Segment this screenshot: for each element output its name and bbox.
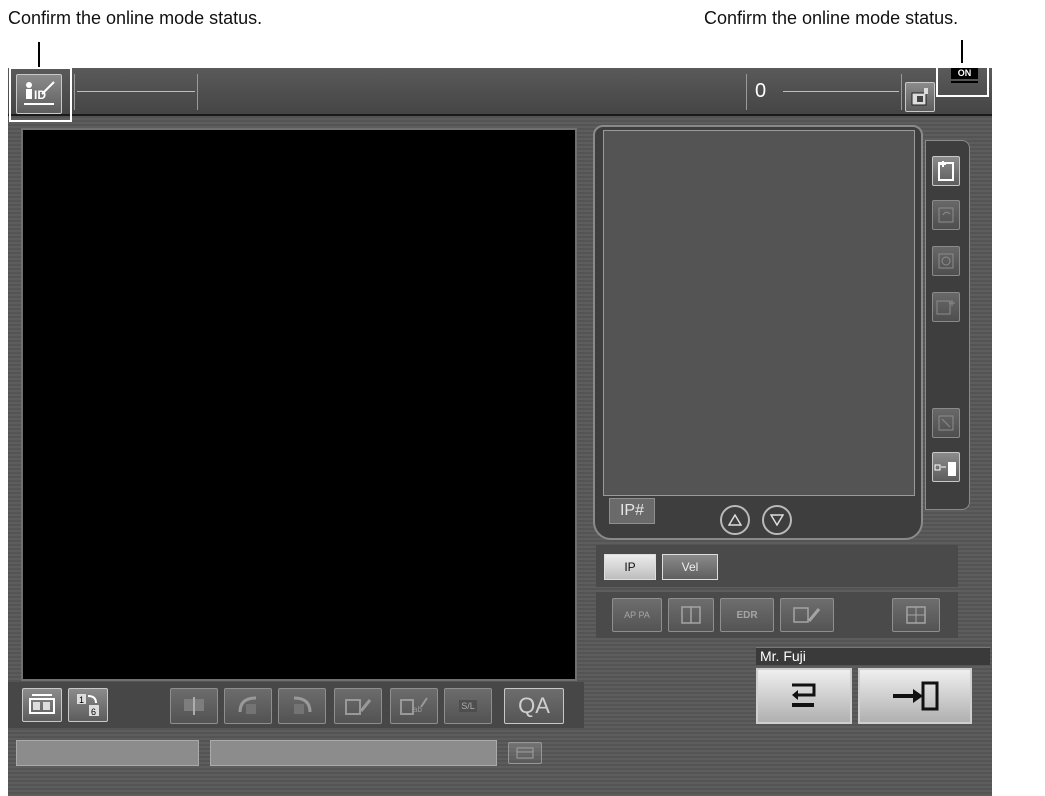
sl-button[interactable]: S/L xyxy=(444,688,492,724)
svg-text:6: 6 xyxy=(91,707,96,717)
tab-vel[interactable]: Vel xyxy=(662,554,718,580)
counter-underline xyxy=(783,91,899,92)
image-layout-icon xyxy=(29,694,55,714)
annotation-right: Confirm the online mode status. xyxy=(704,8,959,28)
patient-id-field[interactable] xyxy=(74,74,198,110)
scroll-up-button[interactable] xyxy=(720,505,750,535)
new-exposure-button[interactable] xyxy=(932,156,960,186)
patient-id-edit-icon: ID xyxy=(24,81,55,105)
online-mode-indicator: ON xyxy=(951,68,978,84)
tab-ip[interactable]: IP xyxy=(604,554,656,580)
page-sequence-icon: 1 6 xyxy=(77,694,99,717)
counter-value: 0 xyxy=(755,80,767,102)
ap-pa-label: AP PA xyxy=(624,610,650,620)
triangle-up-icon xyxy=(728,514,742,526)
qa-button[interactable]: QA xyxy=(504,688,564,724)
retake-icon xyxy=(938,253,954,269)
triangle-down-icon xyxy=(770,514,784,526)
edr-button[interactable]: EDR xyxy=(720,598,774,632)
thumbnail-area[interactable] xyxy=(603,130,915,496)
grid-layout-button[interactable] xyxy=(892,598,940,632)
stitch-icon xyxy=(184,697,204,715)
grid-icon xyxy=(906,606,926,624)
annotation-left-leader xyxy=(38,42,40,68)
rotate-left-button[interactable] xyxy=(224,688,272,724)
ip-number-field: IP# xyxy=(609,498,655,524)
status-field-message xyxy=(210,740,497,766)
retake-button[interactable] xyxy=(932,246,960,276)
image-display-button[interactable] xyxy=(22,688,62,722)
annotation-left: Confirm the online mode status. xyxy=(8,8,263,28)
exit-door-icon xyxy=(893,681,939,711)
window-icon xyxy=(516,747,534,759)
delete-image-button[interactable] xyxy=(932,408,960,438)
move-to-trash-button[interactable] xyxy=(932,452,960,482)
add-image-icon xyxy=(936,300,955,315)
new-page-icon xyxy=(938,161,954,181)
operator-name: Mr. Fuji xyxy=(756,647,990,665)
folder-icon xyxy=(911,88,928,106)
trash-move-icon xyxy=(934,462,956,476)
stitch-button[interactable] xyxy=(170,688,218,724)
scroll-down-button[interactable] xyxy=(762,505,792,535)
field-underline xyxy=(77,91,195,92)
edr-label: EDR xyxy=(736,609,758,621)
rotate-left-icon xyxy=(238,696,257,714)
edit-icon xyxy=(793,607,821,623)
annotation-right-leader xyxy=(961,40,963,64)
svg-text:ID: ID xyxy=(34,88,46,102)
status-field-left xyxy=(16,740,199,766)
end-exam-button[interactable] xyxy=(858,668,972,724)
patient-id-button[interactable]: ID xyxy=(16,74,62,114)
annotation-button[interactable] xyxy=(334,688,382,724)
image-viewer[interactable] xyxy=(21,128,577,681)
split-view-icon xyxy=(681,606,701,624)
sl-label: S/L xyxy=(459,700,477,712)
cancel-image-icon xyxy=(938,415,954,431)
rotate-right-button[interactable] xyxy=(278,688,326,724)
page-select-button[interactable]: 1 6 xyxy=(68,688,108,722)
online-badge: ON xyxy=(951,68,978,79)
refresh-icon xyxy=(938,207,954,223)
image-process-button[interactable]: ab xyxy=(390,688,438,724)
online-badge-underline xyxy=(951,81,978,83)
add-image-button[interactable] xyxy=(932,292,960,322)
rotate-right-icon xyxy=(293,696,312,714)
exam-folder-button[interactable] xyxy=(905,82,935,112)
edit-exposure-button[interactable] xyxy=(780,598,834,632)
image-process-icon: ab xyxy=(400,697,428,715)
split-view-button[interactable] xyxy=(668,598,714,632)
reprocess-button[interactable] xyxy=(932,200,960,230)
image-edit-icon xyxy=(345,699,372,715)
svg-text:1: 1 xyxy=(79,695,84,705)
swap-icon xyxy=(792,683,816,707)
status-expand-button[interactable] xyxy=(508,742,542,764)
ap-pa-flip-button[interactable]: AP PA xyxy=(612,598,662,632)
counter-field: 0 xyxy=(746,74,902,110)
change-patient-button[interactable] xyxy=(756,668,852,724)
